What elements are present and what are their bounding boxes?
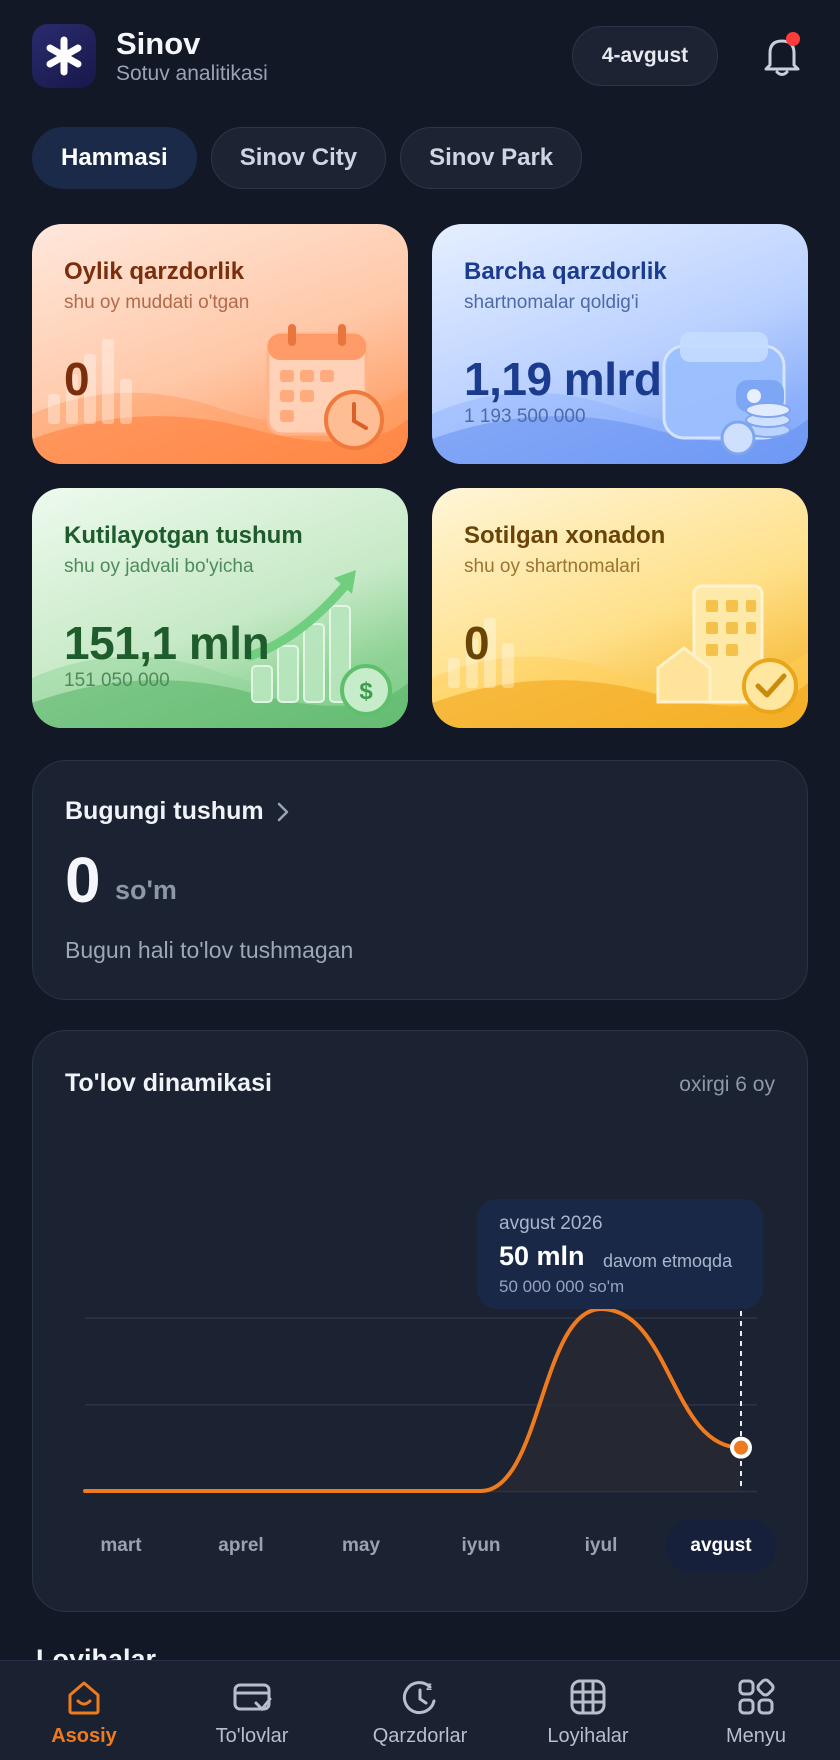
grid-icon [570,1679,606,1715]
tooltip-status: davom etmoqda [603,1251,733,1271]
card-title: Sotilgan xonadon [464,522,666,549]
month-button-iyun[interactable]: iyun [426,1519,536,1573]
today-revenue-unit: so'm [115,875,177,905]
sold-units-card[interactable]: Sotilgan xonadon shu oy shartnomalari 0 [432,488,808,728]
tab-label: Loyihalar [547,1725,629,1747]
card-subtitle: shartnomalar qoldig'i [464,292,639,313]
chart-tooltip: avgust 2026 50 mln davom etmoqda 50 000 … [477,1199,763,1309]
date-picker-button[interactable]: 4-avgust [572,26,718,86]
card-subtitle: shu oy jadvali bo'yicha [64,556,254,577]
today-revenue-panel[interactable]: Bugungi tushum 0 so'm Bugun hali to'lov … [32,760,808,1000]
card-value: 0 [64,353,90,405]
card-value: 1,19 mlrd [464,353,662,405]
svg-text:z: z [426,1679,432,1693]
svg-text:$: $ [359,678,373,705]
project-filter: Hammasi Sinov City Sinov Park [32,127,583,189]
today-revenue-value: 0 [65,844,101,916]
app-subtitle: Sotuv analitikasi [116,62,268,85]
tooltip-value: 50 mln [499,1241,585,1271]
tooltip-exact-value: 50 000 000 so'm [499,1277,625,1296]
tab-debtors[interactable]: z Qarzdorlar [336,1661,504,1760]
today-revenue-title-text: Bugungi tushum [65,797,264,825]
tab-projects[interactable]: Loyihalar [504,1661,672,1760]
bottom-tab-bar: Asosiy To'lovlar z Qarzdorlar Loyihalar [0,1660,840,1760]
menu-grid-icon [738,1678,775,1715]
asterisk-logo-icon[interactable] [32,24,96,88]
month-button-mart[interactable]: mart [66,1519,176,1573]
today-revenue-note: Bugun hali to'lov tushmagan [65,937,354,963]
tab-menu[interactable]: Menyu [672,1661,840,1760]
month-button-aprel[interactable]: aprel [186,1519,296,1573]
filter-chip-all[interactable]: Hammasi [32,127,197,189]
clock-sleep-icon: z [402,1679,436,1715]
card-subtitle: shu oy shartnomalari [464,556,641,577]
month-button-may[interactable]: may [306,1519,416,1573]
month-selector: mart aprel may iyun iyul avgust [71,1519,791,1573]
tab-label: Menyu [725,1725,787,1747]
card-exact-value: 151 050 000 [64,670,170,691]
card-value: 151,1 mln [64,617,270,669]
notification-dot [786,32,800,46]
app-title: Sinov [116,26,201,61]
home-icon [68,1681,100,1715]
tooltip-month: avgust 2026 [499,1213,603,1234]
tab-label: Asosiy [51,1725,117,1747]
card-exact-value: 1 193 500 000 [464,406,586,427]
today-revenue-title: Bugungi tushum [65,797,290,826]
total-debt-card[interactable]: Barcha qarzdorlik shartnomalar qoldig'i … [432,224,808,464]
series-area [85,1309,741,1491]
payment-dynamics-panel: To'lov dinamikasi oxirgi 6 oy avgust 202… [32,1030,808,1612]
card-title: Oylik qarzdorlik [64,258,245,285]
card-subtitle: shu oy muddati o'tgan [64,292,250,313]
card-title: Kutilayotgan tushum [64,522,303,549]
tab-payments[interactable]: To'lovlar [168,1661,336,1760]
tab-label: To'lovlar [215,1725,289,1747]
card-payment-icon [233,1683,272,1712]
monthly-debt-card[interactable]: Oylik qarzdorlik shu oy muddati o'tgan 0 [32,224,408,464]
month-button-iyul[interactable]: iyul [546,1519,656,1573]
card-value: 0 [464,617,490,669]
card-title: Barcha qarzdorlik [464,258,667,285]
highlight-point [734,1440,748,1455]
filter-chip-sinov-city[interactable]: Sinov City [210,127,387,189]
app-header: Sinov Sotuv analitikasi 4-avgust [32,24,808,88]
notifications-button[interactable] [756,30,808,82]
filter-chip-sinov-park[interactable]: Sinov Park [400,127,583,189]
expected-income-card[interactable]: $ Kutilayotgan tushum shu oy jadvali bo'… [32,488,408,728]
tab-label: Qarzdorlar [372,1725,468,1747]
month-button-avgust[interactable]: avgust [666,1519,776,1573]
tab-home[interactable]: Asosiy [0,1661,168,1760]
chevron-right-icon [277,802,288,821]
